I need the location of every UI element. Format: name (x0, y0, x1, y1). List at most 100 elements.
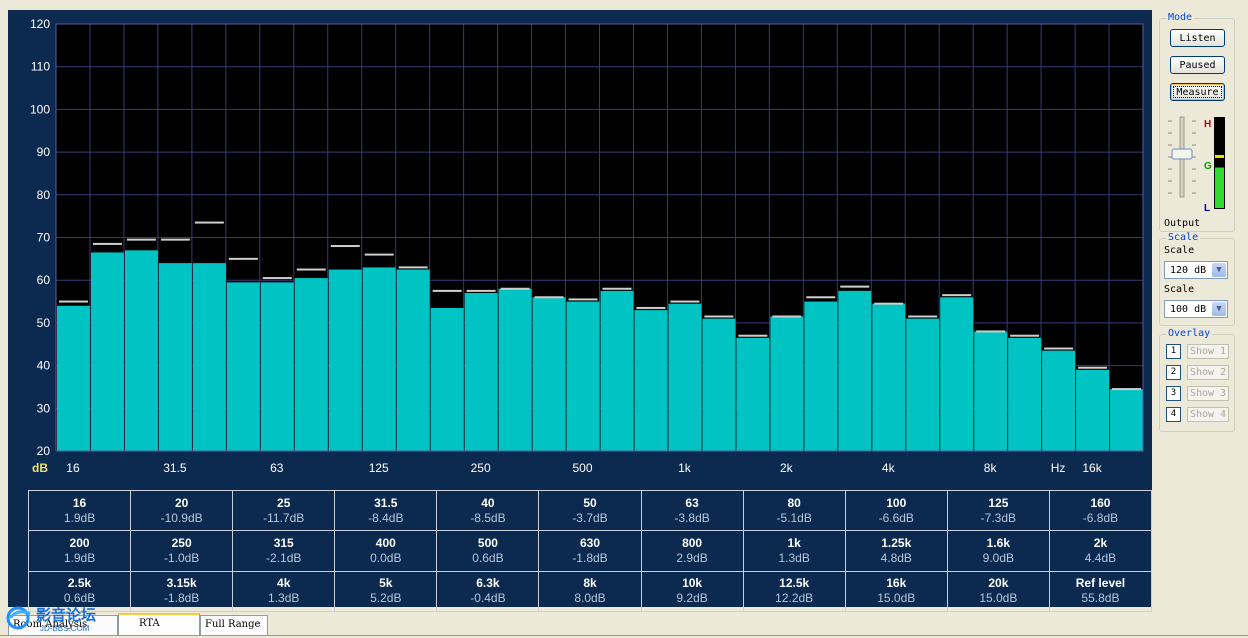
y-tick-label: 20 (37, 444, 51, 458)
freq-band-label: 4k (277, 576, 291, 591)
freq-cell: 40 -8.5dB (437, 491, 540, 532)
rta-bar (328, 269, 362, 451)
freq-band-label: 1.6k (986, 535, 1011, 550)
rta-peak-marker (806, 296, 836, 299)
rta-peak-marker (364, 253, 394, 256)
y-tick-label: 60 (37, 273, 51, 287)
chevron-down-icon[interactable]: ▼ (1212, 302, 1226, 316)
x-axis-unit-label: Hz (1051, 461, 1066, 475)
freq-cell: 800 2.9dB (641, 531, 744, 572)
freq-band-value: -3.8dB (674, 510, 710, 525)
y-tick-label: 80 (37, 188, 51, 202)
freq-band-value: 4.8dB (880, 550, 912, 565)
freq-band-label: 5k (379, 576, 393, 591)
tab-bar-divider (0, 635, 1248, 636)
rta-bar (804, 301, 838, 451)
chevron-down-icon[interactable]: ▼ (1212, 263, 1226, 277)
freq-band-value: -3.7dB (572, 510, 608, 525)
listen-button[interactable]: Listen (1170, 29, 1225, 47)
rta-peak-marker (466, 289, 496, 292)
freq-band-value: -0.4dB (470, 591, 506, 606)
freq-band-label: 20k (988, 576, 1009, 591)
freq-band-label: 50 (583, 495, 597, 510)
measure-button[interactable]: Measure (1170, 83, 1225, 101)
output-level-controls: H G L (1168, 116, 1225, 211)
freq-cell: 3.15k -1.8dB (131, 571, 234, 612)
freq-cell: 12.5k 12.2dB (743, 571, 846, 612)
tab-full-range[interactable]: Full Range (200, 615, 268, 635)
rta-bar (498, 288, 532, 451)
overlay-3-checkbox[interactable]: 3 (1166, 386, 1181, 401)
freq-band-label: 160 (1090, 495, 1111, 510)
x-tick-label: 250 (471, 461, 491, 475)
rta-bar (1110, 389, 1143, 451)
freq-cell: 16k 15.0dB (845, 571, 948, 612)
show-2-button[interactable]: Show 2 (1187, 365, 1229, 380)
freq-band-label: 10k (682, 576, 703, 591)
x-tick-label: 500 (573, 461, 593, 475)
meter-high-label: H (1204, 119, 1211, 130)
freq-band-label: 16 (72, 495, 87, 510)
freq-band-value: 0.6dB (472, 550, 504, 565)
scale-2-label: Scale (1164, 284, 1195, 295)
rta-bar (430, 307, 464, 451)
rta-peak-marker (126, 238, 156, 241)
freq-band-value: 55.8dB (1081, 591, 1120, 606)
rta-peak-marker (59, 300, 88, 303)
freq-cell: 1.25k 4.8dB (845, 531, 948, 572)
rta-bar (1008, 337, 1042, 451)
rta-peak-marker (704, 315, 734, 318)
overlay-group-title: Overlay (1166, 328, 1213, 339)
x-tick-label: 16k (1082, 461, 1102, 475)
freq-band-label: 8k (583, 576, 597, 591)
rta-bar (260, 282, 294, 451)
freq-band-label: 2k (1093, 535, 1108, 550)
freq-band-value: 2.9dB (676, 550, 708, 565)
freq-band-value: 1.9dB (63, 550, 96, 565)
freq-band-value: -6.8dB (1082, 510, 1119, 525)
output-level-meter-fill (1215, 167, 1224, 208)
rta-peak-marker (500, 287, 530, 290)
x-tick-label: 1k (678, 461, 692, 475)
freq-band-label: Ref level (1075, 576, 1126, 591)
rta-peak-marker (1044, 347, 1074, 350)
overlay-4-checkbox[interactable]: 4 (1166, 407, 1181, 422)
rta-bar-chart: 20 30 40 50 60 70 80 90 100 110 120 16 31.5 63 125 250 5… (30, 17, 1144, 475)
rta-peak-marker (602, 287, 632, 290)
freq-band-value: -1.0dB (163, 550, 200, 565)
freq-band-label: 500 (477, 535, 498, 550)
freq-band-label: 6.3k (476, 576, 500, 591)
freq-band-value: 1.3dB (778, 550, 810, 565)
freq-band-label: 2.5k (67, 576, 92, 591)
scale-1-select[interactable]: 120 dB ▼ (1164, 261, 1228, 279)
freq-cell: Ref level 55.8dB (1049, 571, 1152, 612)
output-slider-thumb[interactable] (1171, 148, 1193, 160)
rta-bar (600, 290, 634, 451)
x-tick-label: 2k (780, 461, 794, 475)
freq-band-value: 1.3dB (268, 591, 300, 606)
freq-cell: 8k 8.0dB (539, 571, 642, 612)
freq-band-value: -6.6dB (878, 510, 914, 525)
overlay-2-checkbox[interactable]: 2 (1166, 365, 1181, 380)
freq-band-value: -8.4dB (368, 510, 404, 525)
freq-cell: 315 -2.1dB (233, 531, 336, 572)
scale-2-select[interactable]: 100 dB ▼ (1164, 300, 1228, 318)
rta-peak-marker (568, 298, 598, 301)
freq-band-value: -1.8dB (163, 591, 200, 606)
paused-button[interactable]: Paused (1170, 56, 1225, 74)
freq-cell: 16 1.9dB (29, 491, 132, 532)
freq-band-value: 1.9dB (63, 510, 96, 525)
show-1-button[interactable]: Show 1 (1187, 344, 1229, 359)
freq-cell: 80 -5.1dB (743, 491, 846, 532)
show-4-button[interactable]: Show 4 (1187, 407, 1229, 422)
overlay-1-checkbox[interactable]: 1 (1166, 344, 1181, 359)
rta-peak-marker (262, 277, 292, 280)
rta-bar (124, 250, 158, 451)
rta-bar (668, 303, 702, 451)
show-3-button[interactable]: Show 3 (1187, 386, 1229, 401)
freq-cell: 100 -6.6dB (845, 491, 948, 532)
rta-bar (158, 263, 192, 451)
rta-peak-marker (1010, 334, 1040, 337)
rta-bar (57, 305, 90, 451)
freq-band-label: 80 (787, 495, 801, 510)
